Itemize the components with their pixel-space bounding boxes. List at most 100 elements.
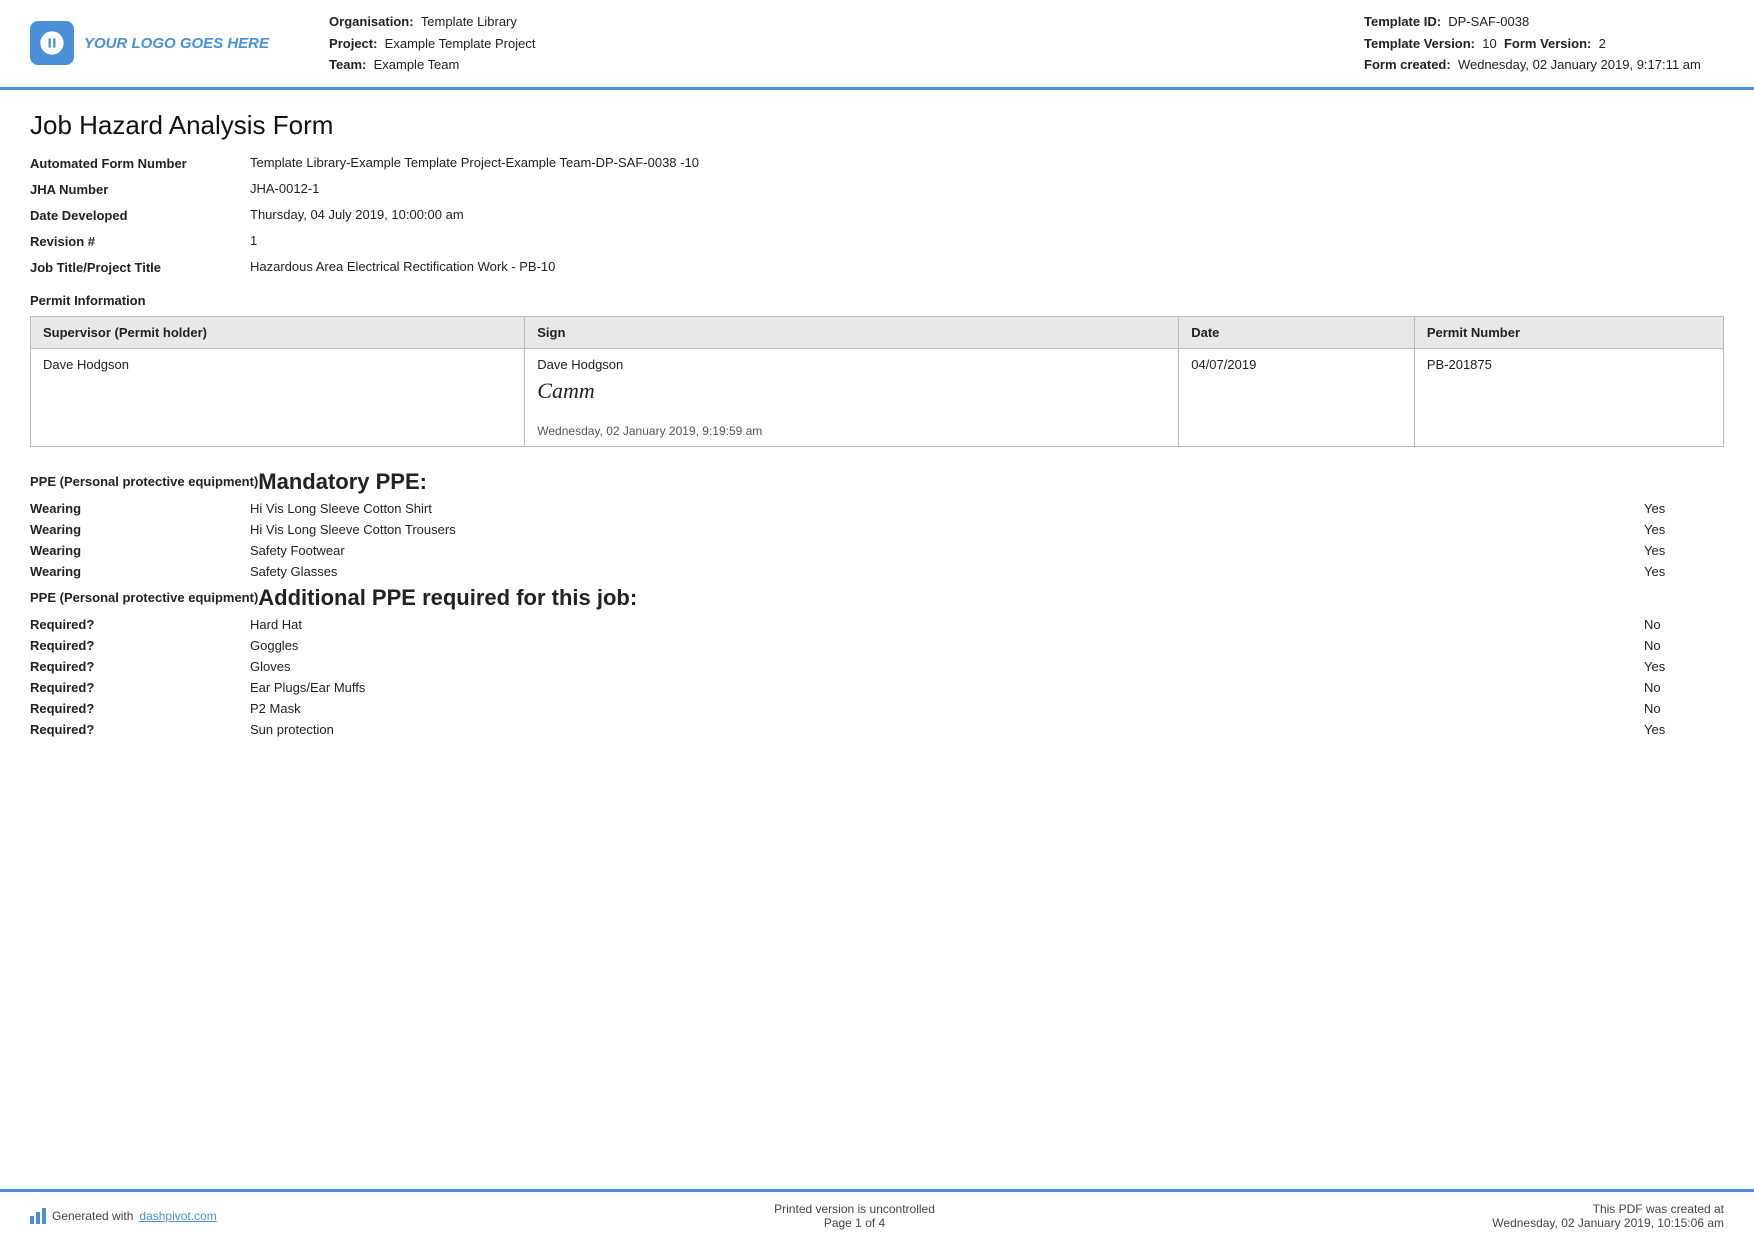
ppe-item-value: No [1644,680,1724,695]
permit-col-number: Permit Number [1414,316,1723,348]
ppe-item-value: Yes [1644,543,1724,558]
ppe-item-name: Safety Footwear [250,543,1644,558]
generated-text: Generated with [52,1209,133,1223]
ppe-mandatory-item: Wearing Hi Vis Long Sleeve Cotton Shirt … [30,501,1724,516]
ppe-item-name: Hi Vis Long Sleeve Cotton Trousers [250,522,1644,537]
ppe-item-name: P2 Mask [250,701,1644,716]
footer-left: Generated with dashpivot.com [30,1208,217,1224]
ppe-additional-item: Required? Hard Hat No [30,617,1724,632]
page-header: YOUR LOGO GOES HERE Organisation: Templa… [0,0,1754,90]
jha-number-row: JHA Number JHA-0012-1 [30,181,1724,197]
logo-text: YOUR LOGO GOES HERE [84,35,269,52]
project-label: Project: [329,36,377,51]
team-value: Example Team [374,57,460,72]
logo-svg [38,29,66,57]
ppe-item-name: Sun protection [250,722,1644,737]
ppe-additional-items: Required? Hard Hat No Required? Goggles … [30,617,1724,737]
sign-date: Wednesday, 02 January 2019, 9:19:59 am [537,424,762,438]
permit-table-row: Dave Hodgson Dave Hodgson Camm Wednesday… [31,348,1724,446]
footer-right: This PDF was created at Wednesday, 02 Ja… [1492,1202,1724,1230]
jha-number-value: JHA-0012-1 [250,181,1724,196]
ppe-item-label: Required? [30,680,250,695]
ppe-item-value: No [1644,617,1724,632]
ppe-item-name: Safety Glasses [250,564,1644,579]
ppe-item-value: Yes [1644,659,1724,674]
org-line: Organisation: Template Library [329,12,1344,32]
automated-form-row: Automated Form Number Template Library-E… [30,155,1724,171]
permit-table-header-row: Supervisor (Permit holder) Sign Date Per… [31,316,1724,348]
form-fields: Automated Form Number Template Library-E… [30,155,1724,275]
ppe-item-label: Required? [30,638,250,653]
dashpivot-link[interactable]: dashpivot.com [139,1209,216,1223]
ppe-mandatory-heading: Mandatory PPE: [258,469,1724,495]
revision-row: Revision # 1 [30,233,1724,249]
ppe-item-value: Yes [1644,564,1724,579]
template-id-label: Template ID: [1364,14,1441,29]
date-developed-row: Date Developed Thursday, 04 July 2019, 1… [30,207,1724,223]
ppe-additional-heading-text: Additional PPE required for this job: [258,585,637,610]
ppe-mandatory-item: Wearing Safety Glasses Yes [30,564,1724,579]
permit-col-date: Date [1179,316,1415,348]
project-value: Example Template Project [385,36,536,51]
ppe-item-label: Wearing [30,501,250,516]
ppe-additional-heading: Additional PPE required for this job: [258,585,1724,611]
org-label: Organisation: [329,14,414,29]
ppe-item-value: No [1644,701,1724,716]
ppe-item-label: Required? [30,659,250,674]
ppe-additional-item: Required? Gloves Yes [30,659,1724,674]
template-id-line: Template ID: DP-SAF-0038 [1364,12,1724,32]
job-title-value: Hazardous Area Electrical Rectification … [250,259,1724,274]
footer-center: Printed version is uncontrolled Page 1 o… [774,1202,935,1230]
page-label: Page 1 [824,1216,862,1230]
signature: Camm [537,378,1166,404]
job-title-label: Job Title/Project Title [30,259,250,275]
ppe-additional-heading-row: PPE (Personal protective equipment) Addi… [30,585,1724,611]
ppe-item-label: Wearing [30,564,250,579]
ppe-item-label: Required? [30,722,250,737]
date-developed-value: Thursday, 04 July 2019, 10:00:00 am [250,207,1724,222]
ppe-additional-label: PPE (Personal protective equipment) [30,590,258,605]
header-org: Organisation: Template Library Project: … [289,12,1344,75]
of-label: of 4 [865,1216,885,1230]
project-line: Project: Example Template Project [329,34,1344,54]
version-line: Template Version: 10 Form Version: 2 [1364,34,1724,54]
automated-form-value: Template Library-Example Template Projec… [250,155,1724,170]
ppe-item-label: Wearing [30,522,250,537]
ppe-additional-item: Required? Sun protection Yes [30,722,1724,737]
form-created-label: Form created: [1364,57,1451,72]
ppe-item-name: Gloves [250,659,1644,674]
ppe-mandatory-heading-row: PPE (Personal protective equipment) Mand… [30,469,1724,495]
ppe-additional-item: Required? Ear Plugs/Ear Muffs No [30,680,1724,695]
ppe-item-value: Yes [1644,501,1724,516]
date-developed-label: Date Developed [30,207,250,223]
ppe-mandatory-section: PPE (Personal protective equipment) Mand… [30,469,1724,579]
permit-table: Supervisor (Permit holder) Sign Date Per… [30,316,1724,447]
ppe-item-value: Yes [1644,522,1724,537]
ppe-additional-item: Required? Goggles No [30,638,1724,653]
form-created-line: Form created: Wednesday, 02 January 2019… [1364,55,1724,75]
permit-cell-date: 04/07/2019 [1179,348,1415,446]
ppe-additional-section: PPE (Personal protective equipment) Addi… [30,585,1724,737]
template-version-value: 10 [1482,36,1496,51]
ppe-mandatory-items: Wearing Hi Vis Long Sleeve Cotton Shirt … [30,501,1724,579]
form-version-value: 2 [1599,36,1606,51]
ppe-item-label: Wearing [30,543,250,558]
ppe-item-label: Required? [30,701,250,716]
form-created-value: Wednesday, 02 January 2019, 9:17:11 am [1458,57,1701,72]
ppe-item-name: Hi Vis Long Sleeve Cotton Shirt [250,501,1644,516]
permit-cell-number: PB-201875 [1414,348,1723,446]
ppe-additional-item: Required? P2 Mask No [30,701,1724,716]
pdf-created-label: This PDF was created at [1492,1202,1724,1216]
print-notice: Printed version is uncontrolled [774,1202,935,1216]
logo-area: YOUR LOGO GOES HERE [30,12,269,75]
page-footer: Generated with dashpivot.com Printed ver… [0,1189,1754,1240]
form-version-label: Form Version: [1504,36,1591,51]
header-meta: Template ID: DP-SAF-0038 Template Versio… [1364,12,1724,75]
ppe-item-name: Ear Plugs/Ear Muffs [250,680,1644,695]
permit-col-sign: Sign [525,316,1179,348]
jha-number-label: JHA Number [30,181,250,197]
ppe-item-value: Yes [1644,722,1724,737]
template-version-label: Template Version: [1364,36,1475,51]
sign-name: Dave Hodgson [537,357,623,372]
template-id-value: DP-SAF-0038 [1448,14,1529,29]
